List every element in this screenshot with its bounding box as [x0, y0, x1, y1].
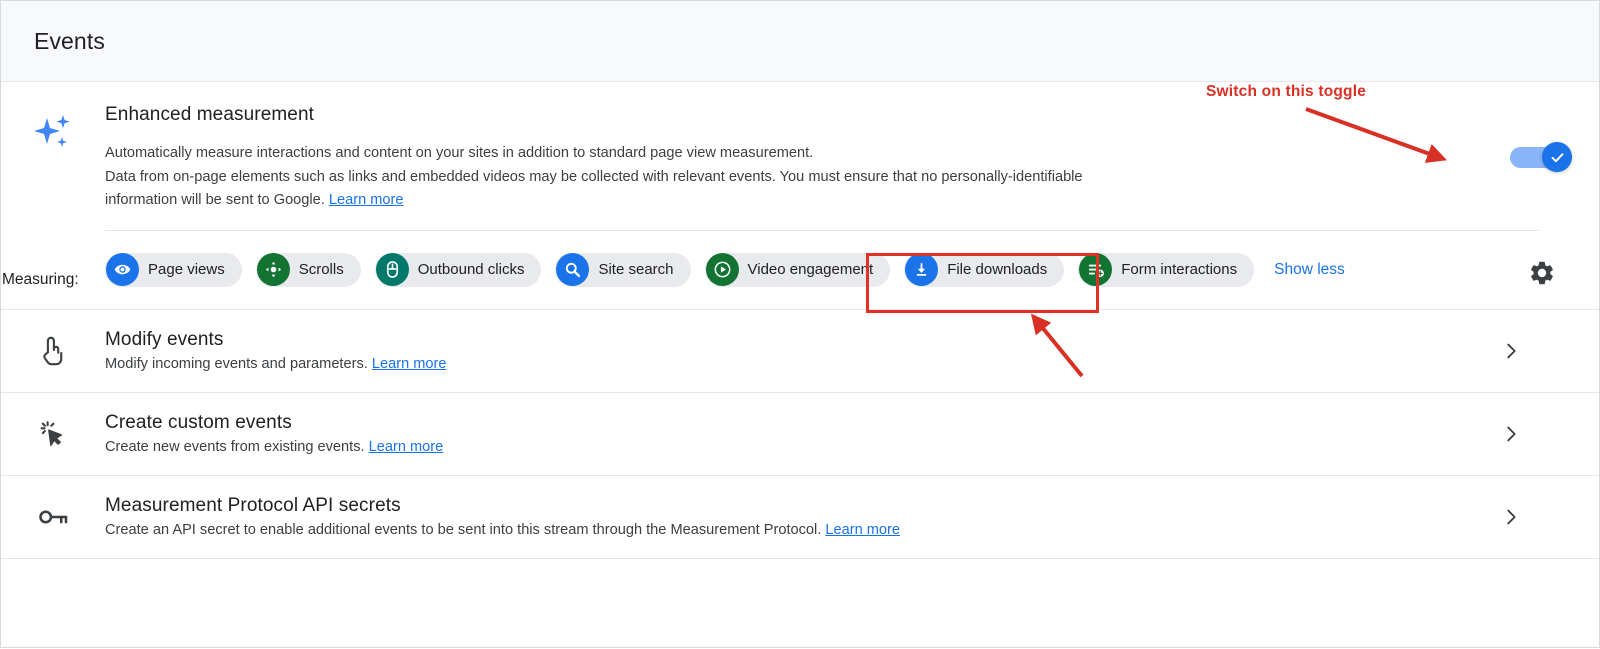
description-line-2: Data from on-page elements such as links…: [105, 168, 1083, 185]
chevron-right-icon[interactable]: [1499, 339, 1523, 363]
form-plus-icon: [1079, 253, 1113, 286]
annotation-callout-text: Switch on this toggle: [1206, 83, 1367, 100]
chip-scrolls[interactable]: Scrolls: [255, 252, 361, 287]
row-subtitle-text: Create an API secret to enable additiona…: [105, 522, 826, 538]
description-line-1: Automatically measure interactions and c…: [105, 145, 814, 161]
row-create-custom-events[interactable]: Create custom events Create new events f…: [1, 393, 1599, 476]
eye-icon: [106, 253, 139, 286]
page-header: Events: [1, 1, 1599, 82]
learn-more-link-enhanced-measurement[interactable]: Learn more: [329, 192, 404, 208]
gear-icon[interactable]: [1527, 258, 1557, 288]
measuring-label: Measuring:: [2, 270, 79, 288]
scroll-target-icon: [256, 253, 290, 286]
enhanced-measurement-card: Enhanced measurement Automatically measu…: [1, 82, 1599, 310]
chip-page-views[interactable]: Page views: [105, 252, 242, 287]
click-cursor-icon: [1, 416, 105, 452]
row-subtitle: Create new events from existing events. …: [105, 439, 1599, 455]
row-measurement-protocol-api-secrets[interactable]: Measurement Protocol API secrets Create …: [1, 476, 1599, 559]
chip-label: Site search: [598, 261, 674, 278]
page-title: Events: [34, 27, 105, 54]
measuring-chip-list: Page views Scrolls Outbound clicks Site …: [105, 245, 1375, 287]
enhanced-measurement-description: Automatically measure interactions and c…: [105, 142, 1395, 213]
download-icon: [905, 253, 939, 286]
row-title: Modify events: [105, 329, 224, 350]
toggle-knob-checked: [1542, 142, 1572, 172]
learn-more-link-measurement-protocol[interactable]: Learn more: [825, 522, 900, 538]
chip-file-downloads[interactable]: File downloads: [904, 252, 1065, 287]
chip-outbound-clicks[interactable]: Outbound clicks: [374, 252, 542, 287]
row-title: Measurement Protocol API secrets: [105, 495, 401, 516]
chip-label: Page views: [148, 261, 225, 278]
sparkle-icon: [1, 104, 105, 154]
play-icon: [705, 253, 739, 286]
chip-form-interactions[interactable]: Form interactions: [1078, 252, 1255, 287]
learn-more-link-create-custom-events[interactable]: Learn more: [369, 439, 444, 455]
description-line-3-text: information will be sent to Google.: [105, 192, 329, 208]
key-icon: [1, 498, 105, 536]
learn-more-link-modify-events[interactable]: Learn more: [372, 356, 447, 372]
row-subtitle-text: Create new events from existing events.: [105, 439, 369, 455]
chevron-right-icon[interactable]: [1499, 505, 1523, 529]
chip-video-engagement[interactable]: Video engagement: [704, 252, 891, 287]
chip-label: Form interactions: [1121, 261, 1238, 278]
search-icon: [556, 253, 590, 286]
chip-label: File downloads: [947, 261, 1048, 278]
show-less-link[interactable]: Show less: [1274, 261, 1345, 279]
chip-label: Outbound clicks: [417, 261, 525, 278]
enhanced-measurement-toggle[interactable]: [1510, 142, 1572, 172]
chip-label: Scrolls: [298, 261, 344, 278]
row-subtitle: Create an API secret to enable additiona…: [105, 522, 1599, 538]
row-subtitle-text: Modify incoming events and parameters.: [105, 356, 372, 372]
chevron-right-icon[interactable]: [1499, 422, 1523, 446]
chip-label: Video engagement: [747, 261, 874, 278]
chip-site-search[interactable]: Site search: [555, 252, 691, 287]
events-settings-page: Events Enhanced measurement Automaticall…: [0, 0, 1600, 648]
row-modify-events[interactable]: Modify events Modify incoming events and…: [1, 310, 1599, 393]
mouse-icon: [375, 253, 409, 286]
enhanced-measurement-title: Enhanced measurement: [105, 104, 315, 125]
row-title: Create custom events: [105, 412, 292, 433]
row-subtitle: Modify incoming events and parameters. L…: [105, 356, 1599, 372]
description-line-3: information will be sent to Google. Lear…: [105, 189, 1395, 213]
tap-hand-icon: [1, 333, 105, 369]
